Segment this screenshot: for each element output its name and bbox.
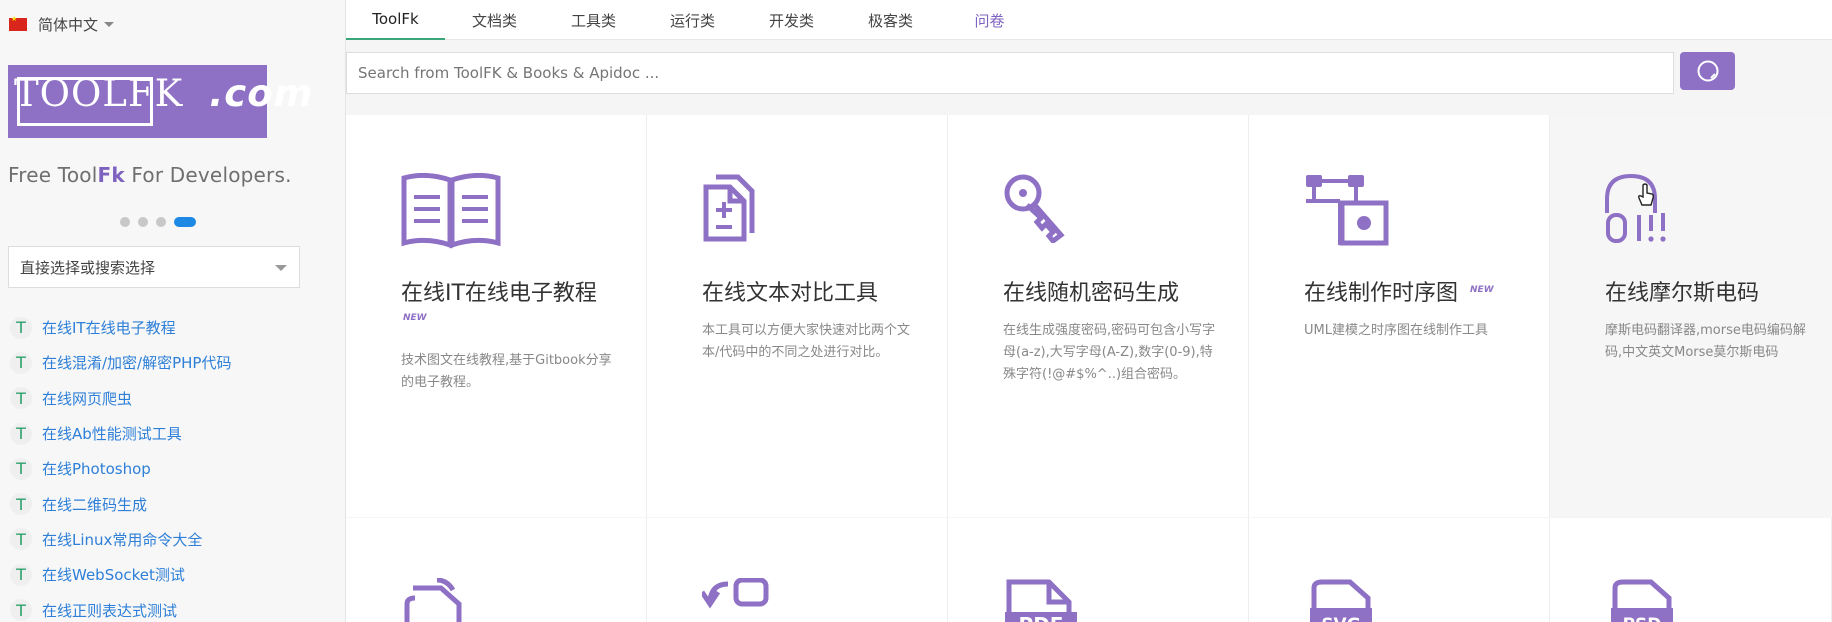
card-title[interactable]: 在线IT在线电子教程 (401, 275, 597, 307)
refresh-icon (702, 578, 769, 609)
svg-text:PDF: PDF (1019, 613, 1064, 622)
tool-card[interactable]: 在线IT在线电子教程 NEW 技术图文在线教程,基于Gitbook分享的电子教程… (346, 115, 647, 517)
card-description: 在线生成强度密码,密码可包含小写字母(a-z),大写字母(A-Z),数字(0-9… (1003, 323, 1216, 382)
tab-survey[interactable]: 问卷 (940, 0, 1039, 40)
chevron-down-icon (275, 265, 287, 271)
china-flag-icon (9, 15, 27, 31)
sidebar-item[interactable]: T 在线网页爬虫 (10, 381, 231, 416)
tab-geek[interactable]: 极客类 (841, 0, 940, 40)
tool-card[interactable] (346, 518, 647, 622)
sidebar-item-label[interactable]: 在线Photoshop (42, 458, 151, 479)
card-description: 技术图文在线教程,基于Gitbook分享的电子教程。 (401, 353, 612, 390)
language-label: 简体中文 (38, 16, 99, 34)
book-icon (401, 173, 501, 249)
tool-letter-icon: T (10, 528, 32, 551)
tool-card[interactable] (647, 518, 948, 622)
carousel-dot[interactable] (156, 217, 166, 227)
carousel-dot[interactable] (138, 217, 148, 227)
sidebar-item[interactable]: T 在线Linux常用命令大全 (10, 522, 231, 557)
svg-file-icon: SVG (1310, 579, 1372, 622)
card-title[interactable]: 在线摩尔斯电码 (1605, 275, 1759, 307)
carousel-dot-active[interactable] (174, 217, 196, 227)
card-title[interactable]: 在线文本对比工具 (702, 275, 878, 307)
svg-text:SVG: SVG (1321, 615, 1360, 622)
tool-card[interactable]: PDF (948, 518, 1249, 622)
tab-toolfk[interactable]: ToolFk (346, 0, 445, 40)
tab-docs[interactable]: 文档类 (445, 0, 544, 40)
tab-run[interactable]: 运行类 (643, 0, 742, 40)
sidebar-item[interactable]: T 在线Photoshop (10, 451, 231, 486)
card-description: UML建模之时序图在线制作工具 (1304, 323, 1488, 338)
tool-card[interactable]: 在线文本对比工具 本工具可以方便大家快速对比两个文本/代码中的不同之处进行对比。 (647, 115, 948, 517)
sidebar-item[interactable]: T 在线二维码生成 (10, 486, 231, 521)
search-input[interactable] (346, 52, 1674, 94)
card-description: 本工具可以方便大家快速对比两个文本/代码中的不同之处进行对比。 (702, 323, 911, 360)
carousel-indicators (120, 217, 196, 227)
sidebar-item[interactable]: T 在线正则表达式测试 (10, 592, 231, 622)
logo-text: TOOLFK .com (14, 72, 314, 115)
tool-letter-icon: T (10, 563, 32, 586)
tool-letter-icon: T (10, 387, 32, 410)
tool-letter-icon: T (10, 351, 32, 374)
sidebar-item[interactable]: T 在线IT在线电子教程 (10, 310, 231, 345)
sidebar: 简体中文 TOOLFK.com Free ToolFk For Develope… (0, 0, 346, 622)
sidebar-item-label[interactable]: 在线正则表达式测试 (42, 600, 177, 621)
tool-letter-icon: T (10, 316, 32, 339)
search-button[interactable] (1680, 52, 1735, 90)
tool-card[interactable]: 在线制作时序图 NEW UML建模之时序图在线制作工具 (1249, 115, 1550, 517)
sidebar-item[interactable]: T 在线WebSocket测试 (10, 557, 231, 592)
sidebar-tool-list: T 在线IT在线电子教程 T 在线混淆/加密/解密PHP代码 T 在线网页爬虫 T 在线… (10, 310, 231, 622)
card-description: 摩斯电码翻译器,morse电码编码解码,中文英文Morse莫尔斯电码 (1605, 323, 1806, 360)
sidebar-item[interactable]: T 在线混淆/加密/解密PHP代码 (10, 345, 231, 380)
tool-card[interactable]: 在线随机密码生成 在线生成强度密码,密码可包含小写字母(a-z),大写字母(A-… (948, 115, 1249, 517)
tab-tools[interactable]: 工具类 (544, 0, 643, 40)
tool-letter-icon: T (10, 599, 32, 622)
language-selector[interactable]: 简体中文 (9, 14, 115, 35)
new-badge: NEW (403, 313, 427, 323)
sidebar-item-label[interactable]: 在线IT在线电子教程 (42, 317, 176, 338)
sidebar-item-label[interactable]: 在线混淆/加密/解密PHP代码 (42, 352, 231, 373)
tagline: Free ToolFk For Developers. (8, 163, 292, 187)
tool-select-placeholder: 直接选择或搜索选择 (20, 258, 156, 277)
top-nav: ToolFk 文档类 工具类 运行类 开发类 极客类 问卷 (346, 0, 1832, 40)
tool-letter-icon: T (10, 457, 32, 480)
pdf-file-icon: PDF (1005, 579, 1077, 622)
card-title[interactable]: 在线制作时序图 NEW (1304, 275, 1494, 307)
carousel-dot[interactable] (120, 217, 130, 227)
tool-card[interactable]: 在线摩尔斯电码 摩斯电码翻译器,morse电码编码解码,中文英文Morse莫尔斯… (1550, 115, 1832, 517)
morse-icon (1605, 173, 1666, 243)
sidebar-item-label[interactable]: 在线Ab性能测试工具 (42, 423, 182, 444)
sidebar-item-label[interactable]: 在线Linux常用命令大全 (42, 529, 202, 550)
pointer-hand-icon (1638, 183, 1654, 206)
tool-card[interactable]: SVG (1249, 518, 1550, 622)
new-badge: NEW (1470, 284, 1494, 295)
tool-card[interactable]: PSD (1550, 518, 1832, 622)
toolfk-logo[interactable]: TOOLFK .com (8, 65, 312, 138)
sequence-diagram-icon (1306, 175, 1389, 246)
key-icon (1004, 174, 1065, 243)
chevron-down-icon (104, 22, 115, 27)
sidebar-item-label[interactable]: 在线网页爬虫 (42, 388, 132, 409)
sidebar-item[interactable]: T 在线Ab性能测试工具 (10, 416, 231, 451)
tool-letter-icon: T (10, 493, 32, 516)
sidebar-item-label[interactable]: 在线WebSocket测试 (42, 564, 185, 585)
tool-card-grid: 在线IT在线电子教程 NEW 技术图文在线教程,基于Gitbook分享的电子教程… (346, 115, 1832, 622)
svg-text:PSD: PSD (1623, 615, 1662, 622)
file-icon (404, 578, 462, 622)
tab-dev[interactable]: 开发类 (742, 0, 841, 40)
search-icon (1697, 60, 1718, 82)
psd-file-icon: PSD (1611, 579, 1673, 622)
document-compare-icon (703, 174, 755, 242)
tool-select[interactable]: 直接选择或搜索选择 (8, 246, 300, 288)
tool-letter-icon: T (10, 422, 32, 445)
card-title[interactable]: 在线随机密码生成 (1003, 275, 1179, 307)
sidebar-item-label[interactable]: 在线二维码生成 (42, 494, 147, 515)
